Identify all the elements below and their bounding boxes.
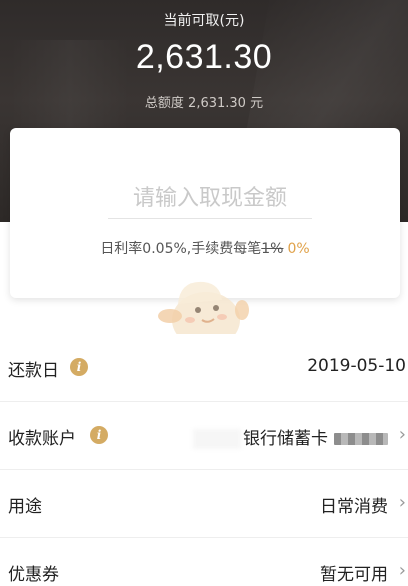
repay-date-value: 2019-05-10 (307, 356, 406, 376)
coupon-label: 优惠券 (8, 565, 59, 585)
masked-card-number (334, 433, 388, 445)
info-icon[interactable]: i (90, 426, 108, 444)
account-type: 银行储蓄卡 (243, 429, 328, 449)
coupon-value: 暂无可用 (320, 565, 388, 585)
available-label: 当前可取(元) (163, 13, 245, 29)
available-amount: 2,631.30 (135, 38, 273, 76)
fee-promo: 0% (287, 241, 310, 257)
account-value: 银行储蓄卡 (193, 424, 388, 449)
total-limit: 总额度 2,631.30 元 (144, 96, 264, 111)
account-label: 收款账户 (8, 429, 76, 449)
chevron-right-icon: › (398, 424, 406, 445)
rate-info: 日利率0.05%,手续费每笔1% 0% (10, 238, 400, 258)
input-underline (108, 218, 312, 219)
chevron-right-icon: › (398, 560, 406, 581)
coupon-row[interactable]: 优惠券 暂无可用 › (0, 538, 408, 586)
withdraw-amount-input[interactable] (110, 180, 310, 216)
purpose-row[interactable]: 用途 日常消费 › (0, 470, 408, 538)
purpose-value: 日常消费 (320, 497, 388, 517)
chevron-right-icon: › (398, 492, 406, 513)
info-icon[interactable]: i (70, 358, 88, 376)
repay-date-label: 还款日 (8, 361, 59, 381)
receiving-account-row[interactable]: 收款账户 i 银行储蓄卡 › (0, 402, 408, 470)
fee-original: 1% (261, 241, 284, 257)
redacted-bank-name (193, 429, 241, 449)
purpose-label: 用途 (8, 497, 42, 517)
repay-date-row: 还款日 i 2019-05-10 (0, 334, 408, 402)
rate-text: 日利率0.05%,手续费每笔 (100, 241, 262, 257)
